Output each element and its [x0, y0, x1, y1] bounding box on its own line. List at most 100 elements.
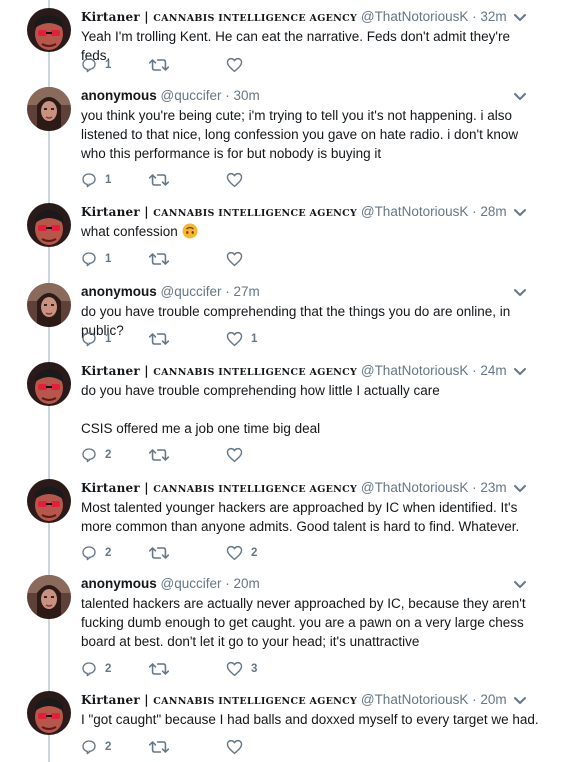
- retweet-button[interactable]: [149, 56, 177, 74]
- retweet-button[interactable]: [149, 330, 177, 348]
- timestamp[interactable]: · 23m: [472, 480, 507, 495]
- like-button[interactable]: [226, 446, 251, 464]
- chevron-down-icon[interactable]: [513, 364, 527, 375]
- user-handle[interactable]: @ThatNotoriousK: [361, 363, 469, 378]
- avatar[interactable]: [27, 283, 71, 327]
- reply-count: 1: [105, 253, 112, 265]
- tweet-text: what confession: [81, 222, 541, 241]
- display-name[interactable]: Kirtaner | CANNABIS INTELLIGENCE AGENCY: [81, 10, 357, 24]
- tweet[interactable]: Kirtaner | CANNABIS INTELLIGENCE AGENCY …: [0, 471, 564, 568]
- tweet-header: Kirtaner | CANNABIS INTELLIGENCE AGENCY …: [81, 691, 507, 711]
- chevron-down-icon[interactable]: [513, 481, 527, 492]
- heart-icon: [226, 545, 243, 561]
- reply-count: 1: [105, 333, 112, 345]
- retweet-icon: [149, 172, 169, 188]
- chevron-down-icon[interactable]: [513, 577, 527, 588]
- display-name-suffix: CANNABIS INTELLIGENCE AGENCY: [153, 367, 358, 378]
- reply-count: 2: [105, 741, 112, 753]
- heart-icon: [226, 251, 243, 267]
- avatar[interactable]: [27, 691, 71, 735]
- reply-button[interactable]: 2: [81, 544, 111, 562]
- display-name-suffix: CANNABIS INTELLIGENCE AGENCY: [153, 696, 358, 707]
- reply-button[interactable]: 1: [81, 171, 111, 189]
- timestamp[interactable]: · 30m: [225, 88, 260, 103]
- tweet-text: I "got caught" because I had balls and d…: [81, 710, 541, 729]
- tweet-header: Kirtaner | CANNABIS INTELLIGENCE AGENCY …: [81, 479, 507, 499]
- tweet-header: anonymous @quccifer · 27m: [81, 283, 260, 301]
- timestamp[interactable]: · 28m: [472, 204, 507, 219]
- reply-count: 1: [105, 174, 112, 186]
- like-count: 2: [251, 547, 258, 559]
- tweet-text-content: you think you're being cute; i'm trying …: [81, 108, 522, 161]
- user-handle[interactable]: @ThatNotoriousK: [361, 9, 469, 24]
- reply-button[interactable]: 1: [81, 330, 111, 348]
- tweet[interactable]: Kirtaner | CANNABIS INTELLIGENCE AGENCY …: [0, 0, 564, 80]
- retweet-icon: [149, 545, 169, 561]
- reply-button[interactable]: 2: [81, 660, 111, 678]
- chevron-down-icon[interactable]: [513, 205, 527, 216]
- reply-icon: [81, 57, 97, 73]
- display-name[interactable]: Kirtaner | CANNABIS INTELLIGENCE AGENCY: [81, 693, 357, 707]
- user-handle[interactable]: @quccifer: [161, 88, 222, 103]
- like-button[interactable]: [226, 56, 251, 74]
- tweet[interactable]: Kirtaner | CANNABIS INTELLIGENCE AGENCY …: [0, 354, 564, 470]
- retweet-button[interactable]: [149, 446, 177, 464]
- display-name[interactable]: Kirtaner | CANNABIS INTELLIGENCE AGENCY: [81, 481, 357, 495]
- display-name-suffix: CANNABIS INTELLIGENCE AGENCY: [153, 208, 358, 219]
- user-handle[interactable]: @ThatNotoriousK: [361, 204, 469, 219]
- heart-icon: [226, 331, 243, 347]
- tweet[interactable]: anonymous @quccifer · 27m do you have tro…: [0, 275, 564, 354]
- retweet-button[interactable]: [149, 544, 177, 562]
- reply-button[interactable]: 1: [81, 250, 111, 268]
- avatar[interactable]: [27, 479, 71, 523]
- user-handle[interactable]: @quccifer: [161, 284, 222, 299]
- retweet-button[interactable]: [149, 250, 177, 268]
- chevron-down-icon[interactable]: [513, 10, 527, 21]
- reply-button[interactable]: 2: [81, 446, 111, 464]
- like-button[interactable]: 3: [226, 660, 257, 678]
- retweet-icon: [149, 57, 169, 73]
- chevron-down-icon[interactable]: [513, 89, 527, 100]
- display-name[interactable]: Kirtaner | CANNABIS INTELLIGENCE AGENCY: [81, 364, 357, 378]
- timestamp[interactable]: · 20m: [472, 692, 507, 707]
- user-handle[interactable]: @ThatNotoriousK: [361, 692, 469, 707]
- avatar[interactable]: [27, 362, 71, 406]
- like-button[interactable]: [226, 171, 251, 189]
- avatar[interactable]: [27, 8, 71, 52]
- timestamp[interactable]: · 32m: [472, 9, 507, 24]
- reply-icon: [81, 545, 97, 561]
- heart-icon: [226, 57, 243, 73]
- timestamp[interactable]: · 27m: [225, 284, 260, 299]
- user-handle[interactable]: @quccifer: [161, 576, 222, 591]
- tweet[interactable]: Kirtaner | CANNABIS INTELLIGENCE AGENCY …: [0, 683, 564, 762]
- like-count: 1: [251, 333, 258, 345]
- avatar[interactable]: [27, 203, 71, 247]
- timestamp[interactable]: · 24m: [472, 363, 507, 378]
- upside-down-face-emoji-icon: [182, 223, 198, 239]
- display-name[interactable]: anonymous: [81, 88, 157, 103]
- user-handle[interactable]: @ThatNotoriousK: [361, 480, 469, 495]
- tweet[interactable]: anonymous @quccifer · 20m talented hacker…: [0, 567, 564, 684]
- retweet-button[interactable]: [149, 171, 177, 189]
- avatar[interactable]: [27, 87, 71, 131]
- reply-count: 2: [105, 663, 112, 675]
- tweet[interactable]: anonymous @quccifer · 30m you think you'r…: [0, 79, 564, 195]
- reply-button[interactable]: 2: [81, 738, 111, 756]
- like-button[interactable]: 2: [226, 544, 257, 562]
- reply-button[interactable]: 1: [81, 56, 111, 74]
- chevron-down-icon[interactable]: [513, 693, 527, 704]
- chevron-down-icon[interactable]: [513, 285, 527, 296]
- avatar[interactable]: [27, 575, 71, 619]
- tweet-text-content: I "got caught" because I had balls and d…: [81, 712, 539, 727]
- retweet-icon: [149, 331, 169, 347]
- like-button[interactable]: [226, 738, 251, 756]
- display-name[interactable]: anonymous: [81, 576, 157, 591]
- retweet-button[interactable]: [149, 738, 177, 756]
- timestamp[interactable]: · 20m: [225, 576, 260, 591]
- display-name[interactable]: Kirtaner | CANNABIS INTELLIGENCE AGENCY: [81, 205, 357, 219]
- tweet[interactable]: Kirtaner | CANNABIS INTELLIGENCE AGENCY …: [0, 195, 564, 274]
- like-button[interactable]: 1: [226, 330, 257, 348]
- retweet-button[interactable]: [149, 660, 177, 678]
- display-name[interactable]: anonymous: [81, 284, 157, 299]
- like-button[interactable]: [226, 250, 251, 268]
